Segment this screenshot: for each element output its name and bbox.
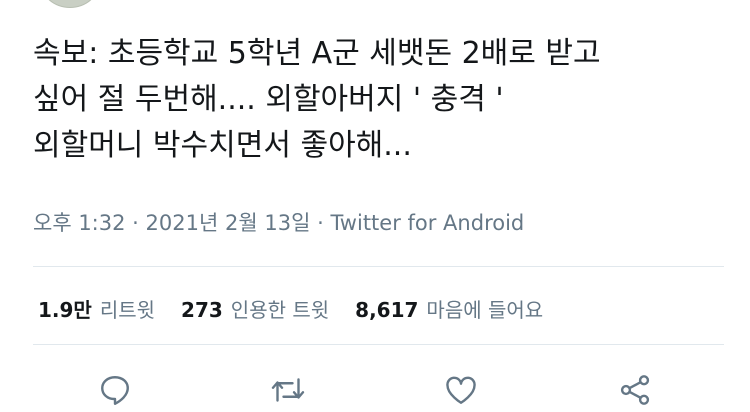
share-icon	[620, 375, 650, 405]
stat-count: 1.9만	[38, 298, 92, 322]
stat-retweets[interactable]: 1.9만 리트윗	[38, 294, 155, 323]
reply-icon	[101, 376, 129, 405]
tweet-text-line: 싶어 절 두번해.... 외할아버지 ' 충격 '	[33, 82, 504, 117]
tweet-time[interactable]: 오후 1:32	[33, 211, 125, 235]
like-button[interactable]	[443, 372, 479, 408]
stat-count: 8,617	[355, 298, 419, 322]
meta-separator: ·	[317, 211, 324, 235]
divider	[33, 344, 724, 345]
divider	[33, 266, 724, 267]
retweet-icon	[271, 378, 305, 402]
stat-likes[interactable]: 8,617 마음에 들어요	[355, 294, 543, 323]
avatar[interactable]	[40, 0, 100, 8]
stat-label: 마음에 들어요	[426, 298, 544, 322]
action-bar	[0, 372, 750, 412]
retweet-button[interactable]	[270, 372, 306, 408]
tweet-date[interactable]: 2021년 2월 13일	[146, 211, 311, 235]
stat-count: 273	[181, 298, 223, 322]
tweet-text-line: 속보: 초등학교 5학년 A군 세뱃돈 2배로 받고	[33, 36, 601, 71]
tweet-stats: 1.9만 리트윗 273 인용한 트윗 8,617 마음에 들어요	[38, 294, 569, 323]
tweet-source[interactable]: Twitter for Android	[330, 211, 524, 235]
tweet-meta: 오후 1:32 · 2021년 2월 13일 · Twitter for And…	[33, 207, 524, 237]
heart-icon	[446, 376, 476, 404]
reply-button[interactable]	[97, 372, 133, 408]
share-button[interactable]	[617, 372, 653, 408]
stat-label: 리트윗	[99, 298, 156, 322]
stat-quotes[interactable]: 273 인용한 트윗	[181, 294, 329, 323]
meta-separator: ·	[132, 211, 139, 235]
tweet-text-line: 외할머니 박수치면서 좋아해...	[33, 128, 412, 163]
tweet-text: 속보: 초등학교 5학년 A군 세뱃돈 2배로 받고 싶어 절 두번해.... …	[33, 31, 733, 169]
stat-label: 인용한 트윗	[230, 298, 330, 322]
